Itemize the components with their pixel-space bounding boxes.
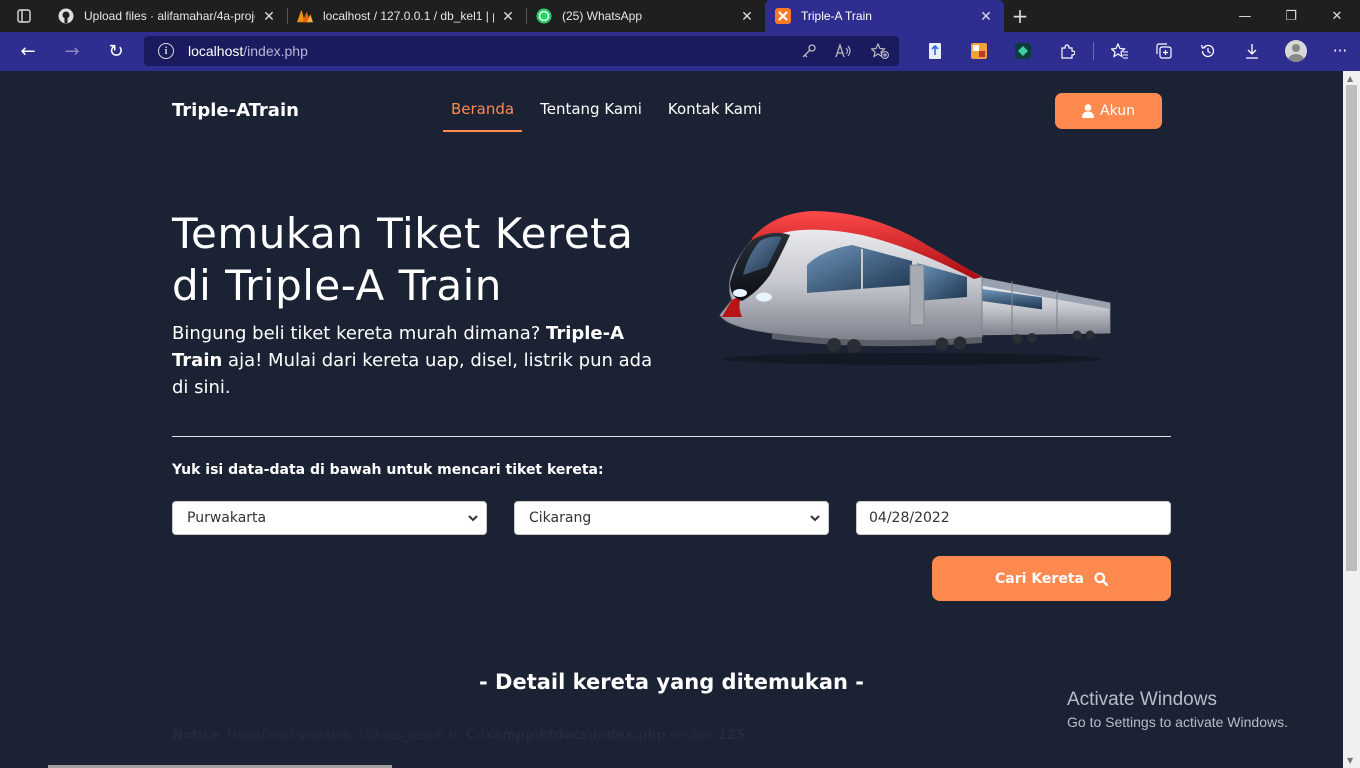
close-window-button[interactable]: ✕ [1314, 0, 1360, 32]
extension-diamond-icon[interactable] [1001, 43, 1045, 59]
whatsapp-icon [536, 8, 552, 24]
scrollbar-thumb[interactable] [1346, 85, 1357, 571]
xampp-icon [775, 8, 791, 24]
hero-title: Temukan Tiket Kereta di Triple-A Train [172, 209, 634, 310]
collections-icon[interactable] [1142, 43, 1186, 59]
tab-title: localhost / 127.0.0.1 / db_kel1 | p [323, 9, 494, 23]
favorites-icon[interactable] [1098, 43, 1142, 59]
phpmyadmin-icon [297, 8, 313, 24]
origin-station-select[interactable]: Purwakarta [172, 501, 487, 535]
settings-more-icon[interactable]: ··· [1318, 42, 1360, 60]
tab-title: Upload files · alifamahar/4a-proje [84, 9, 255, 23]
window-controls: — ❐ ✕ [1222, 0, 1360, 32]
history-icon[interactable] [1186, 43, 1230, 59]
nav-link-beranda[interactable]: Beranda [443, 100, 523, 132]
tab-actions-icon [17, 9, 31, 23]
new-tab-button[interactable]: + [1004, 0, 1036, 32]
brand-logo[interactable]: Triple-ATrain [172, 100, 299, 121]
key-icon[interactable] [801, 43, 817, 59]
page-viewport: Triple-ATrain Beranda Tentang Kami Konta… [0, 71, 1343, 768]
origin-station-value: Purwakarta [187, 510, 267, 526]
nav-link-kontak-kami[interactable]: Kontak Kami [660, 100, 770, 132]
php-notice: Notice: Undefined variable: tickets_resu… [172, 728, 746, 743]
scroll-down-arrow-icon[interactable]: ▼ [1347, 756, 1353, 765]
departure-date-input[interactable]: 04/28/2022 [856, 501, 1171, 535]
add-favorite-icon[interactable] [871, 43, 889, 59]
browser-toolbar: ← → ↻ i localhost/index.php ··· [0, 32, 1360, 71]
refresh-button[interactable]: ↻ [94, 36, 138, 68]
destination-station-select[interactable]: Cikarang [514, 501, 829, 535]
search-icon [1094, 571, 1108, 586]
search-form-label: Yuk isi data-data di bawah untuk mencari… [172, 462, 604, 478]
site-info-icon[interactable]: i [158, 43, 174, 59]
back-button[interactable]: ← [6, 36, 50, 68]
github-icon [58, 8, 74, 24]
tab-title: Triple-A Train [801, 9, 872, 23]
address-bar[interactable]: i localhost/index.php [144, 36, 899, 66]
browser-tab-github[interactable]: Upload files · alifamahar/4a-proje ✕ [48, 0, 287, 32]
url-text: localhost/index.php [188, 43, 308, 59]
tab-title: (25) WhatsApp [562, 9, 643, 23]
search-train-button[interactable]: Cari Kereta [932, 556, 1171, 601]
departure-date-value: 04/28/2022 [869, 510, 950, 526]
nav-link-tentang-kami[interactable]: Tentang Kami [532, 100, 650, 132]
tab-actions-button[interactable] [0, 0, 48, 32]
browser-tab-bar: Upload files · alifamahar/4a-proje ✕ loc… [0, 0, 1360, 32]
tab-close-icon[interactable]: ✕ [978, 8, 994, 25]
chevron-down-icon [468, 515, 478, 522]
user-icon [1082, 104, 1094, 118]
minimize-button[interactable]: — [1222, 0, 1268, 32]
address-actions [801, 43, 899, 59]
extensions-area: ··· [913, 36, 1360, 66]
tab-close-icon[interactable]: ✕ [261, 8, 277, 25]
browser-tab-triple-a-train[interactable]: Triple-A Train ✕ [765, 0, 1004, 32]
destination-station-value: Cikarang [529, 510, 592, 526]
vertical-scrollbar[interactable]: ▲ ▼ [1343, 71, 1360, 768]
chevron-down-icon [810, 515, 820, 522]
search-train-button-label: Cari Kereta [995, 570, 1084, 587]
scroll-up-arrow-icon[interactable]: ▲ [1347, 74, 1353, 83]
maximize-button[interactable]: ❐ [1268, 0, 1314, 32]
browser-tab-phpmyadmin[interactable]: localhost / 127.0.0.1 / db_kel1 | p ✕ [287, 0, 526, 32]
main-nav: Beranda Tentang Kami Kontak Kami [443, 100, 780, 132]
train-illustration [719, 211, 1111, 365]
extension-cookie-icon[interactable] [957, 43, 1001, 59]
activate-windows-watermark: Activate Windows Go to Settings to activ… [1067, 689, 1288, 730]
account-button-label: Akun [1100, 103, 1135, 119]
tab-close-icon[interactable]: ✕ [500, 8, 516, 25]
toolbar-separator [1093, 42, 1094, 60]
extension-docs-icon[interactable] [913, 43, 957, 59]
tab-close-icon[interactable]: ✕ [739, 8, 755, 25]
downloads-icon[interactable] [1230, 43, 1274, 59]
read-aloud-icon[interactable] [835, 43, 853, 59]
browser-tab-whatsapp[interactable]: (25) WhatsApp ✕ [526, 0, 765, 32]
hero-description: Bingung beli tiket kereta murah dimana? … [172, 323, 653, 398]
extensions-puzzle-icon[interactable] [1045, 43, 1089, 59]
account-button[interactable]: Akun [1055, 93, 1162, 129]
profile-avatar-icon[interactable] [1274, 40, 1318, 62]
section-divider [172, 436, 1171, 437]
forward-button[interactable]: → [50, 36, 94, 68]
